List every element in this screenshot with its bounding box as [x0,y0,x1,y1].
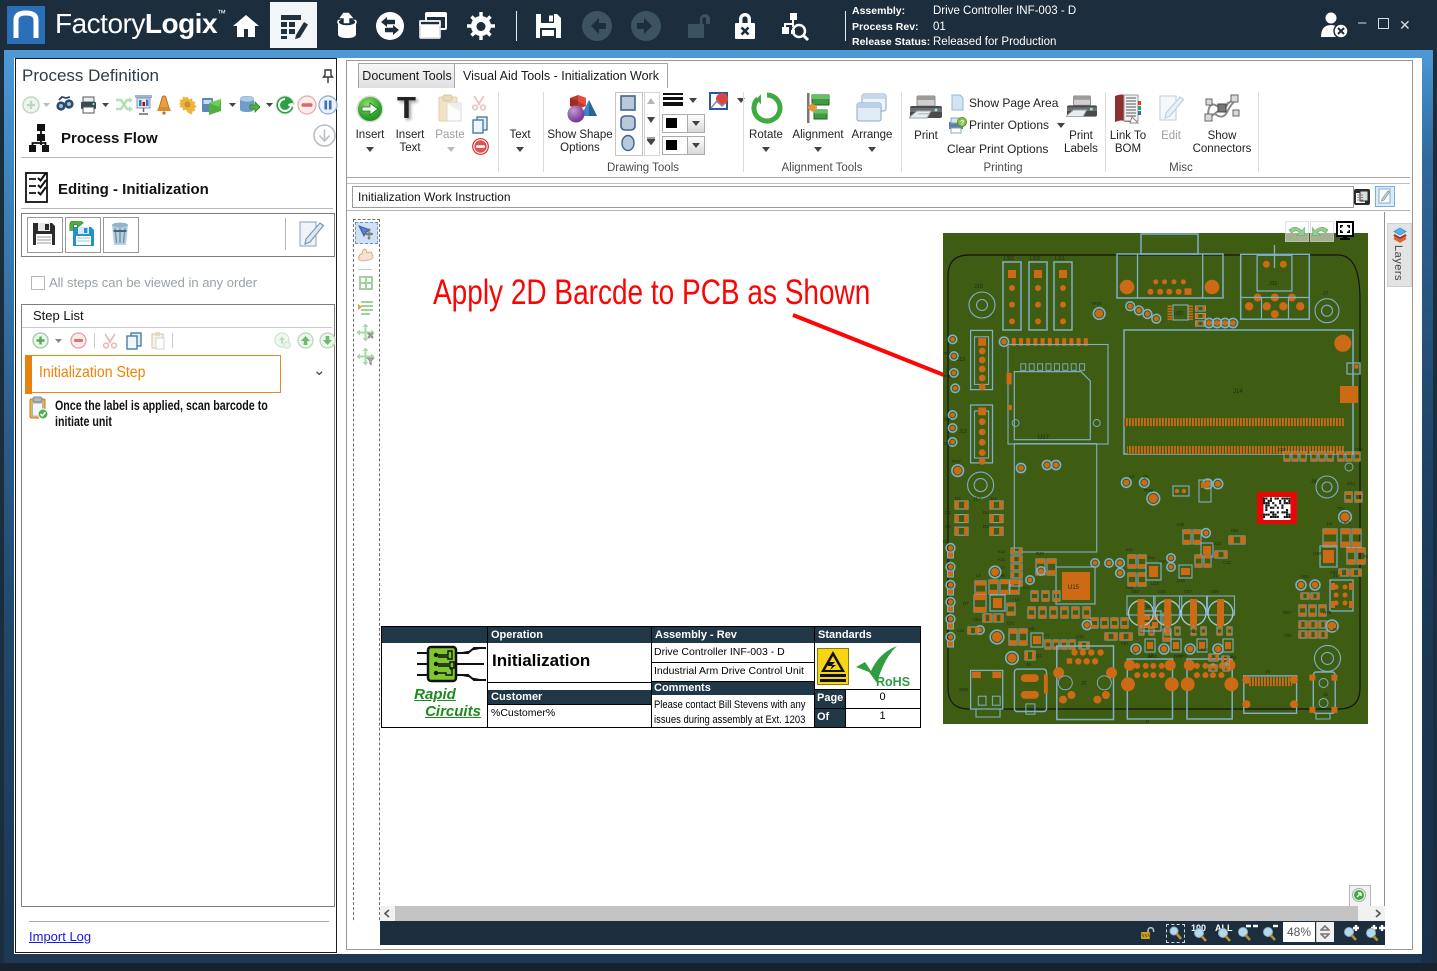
svg-text:Q3: Q3 [1231,655,1237,660]
svg-text:TP37: TP37 [951,459,962,464]
svg-text:FB5: FB5 [1190,630,1197,634]
svg-text:TP29: TP29 [1091,301,1102,306]
svg-text:J16: J16 [1333,573,1341,578]
svg-text:C61: C61 [1284,633,1292,638]
svg-text:R29: R29 [1036,551,1044,556]
svg-text:J14: J14 [1233,389,1243,395]
svg-text:D20: D20 [1201,648,1208,652]
svg-text:J5: J5 [1265,669,1270,674]
svg-text:?: ? [960,120,964,127]
svg-text:J1: J1 [1145,719,1150,724]
svg-text:TP30: TP30 [1143,488,1154,493]
svg-text:D7: D7 [963,601,969,606]
svg-text:C63: C63 [1131,589,1139,594]
svg-text:J2: J2 [1081,681,1087,687]
svg-text:K31: K31 [1126,547,1134,552]
svg-text:D9: D9 [943,539,949,544]
svg-text:R31: R31 [1148,555,1156,560]
svg-text:U13: U13 [1213,541,1221,546]
svg-text:L4: L4 [976,573,981,578]
svg-text:C77: C77 [1043,634,1050,638]
svg-text:J13: J13 [957,357,965,363]
svg-text:TP7: TP7 [943,351,951,356]
svg-text:TP3: TP3 [1337,506,1345,511]
svg-text:J9: J9 [1332,627,1337,632]
svg-text:TPS: TPS [1129,652,1137,656]
svg-text:CB05: CB05 [1341,520,1352,525]
svg-text:TP4: TP4 [943,417,951,422]
svg-text:D14: D14 [1347,481,1355,486]
svg-text:SW1: SW1 [959,687,969,692]
svg-text:RoHS: RoHS [876,675,910,688]
svg-text:R44: R44 [957,629,964,633]
svg-text:U5: U5 [1029,626,1035,631]
svg-text:C52: C52 [1278,447,1286,452]
svg-text:TP5: TP5 [943,374,951,379]
svg-text:D5: D5 [945,524,951,529]
svg-text:D6: D6 [983,510,989,515]
svg-text:LS3: LS3 [1030,256,1040,262]
svg-text:U16: U16 [1177,578,1185,583]
svg-text:J11: J11 [1269,281,1277,287]
svg-text:K25: K25 [1177,522,1185,527]
svg-text:LS1: LS1 [1055,256,1065,262]
svg-text:BR6: BR6 [1179,653,1188,658]
svg-text:L5: L5 [1327,521,1333,526]
svg-text:LS2: LS2 [1004,256,1014,262]
svg-text:K32: K32 [998,549,1006,554]
svg-text:D1: D1 [945,510,951,515]
svg-text:Q4: Q4 [1129,474,1135,479]
svg-text:U14: U14 [1151,581,1159,586]
svg-text:J3: J3 [1148,653,1153,658]
svg-text:K34: K34 [998,557,1006,562]
svg-text:U17: U17 [1038,435,1050,441]
svg-text:C23: C23 [1076,634,1084,639]
svg-text:C67: C67 [1184,589,1192,594]
svg-text:D3: D3 [983,524,989,529]
svg-text:J10: J10 [974,284,983,290]
svg-text:R57: R57 [1283,610,1292,615]
svg-text:C65: C65 [1158,589,1166,594]
svg-text:C71: C71 [1007,621,1015,626]
svg-text:D4: D4 [991,496,997,501]
svg-text:J4: J4 [1323,692,1328,697]
svg-text:D61: D61 [1231,528,1239,533]
svg-text:R20: R20 [1364,554,1368,559]
svg-text:C84: C84 [973,617,981,622]
svg-text:R58: R58 [1323,610,1332,615]
svg-text:C13: C13 [1223,560,1231,565]
svg-text:C50: C50 [1355,447,1363,452]
svg-text:J8: J8 [1311,479,1317,485]
svg-text:TP2: TP2 [943,441,951,446]
svg-text:U15: U15 [1068,585,1080,591]
svg-text:J12: J12 [959,429,967,435]
svg-text:U18: U18 [1313,551,1321,556]
svg-text:J17: J17 [973,497,981,503]
svg-text:D2: D2 [955,496,961,501]
svg-text:FB1: FB1 [1121,641,1129,646]
svg-text:C69: C69 [1211,589,1219,594]
svg-text:J6: J6 [1026,662,1031,667]
svg-text:Q5: Q5 [1143,474,1149,479]
svg-text:Q1: Q1 [1036,653,1042,658]
svg-text:L6: L6 [1015,597,1020,602]
svg-text:J7: J7 [1323,291,1329,297]
svg-text:U22: U22 [1174,311,1183,317]
svg-text:U23: U23 [1301,574,1309,579]
svg-text:K33: K33 [1023,586,1030,590]
